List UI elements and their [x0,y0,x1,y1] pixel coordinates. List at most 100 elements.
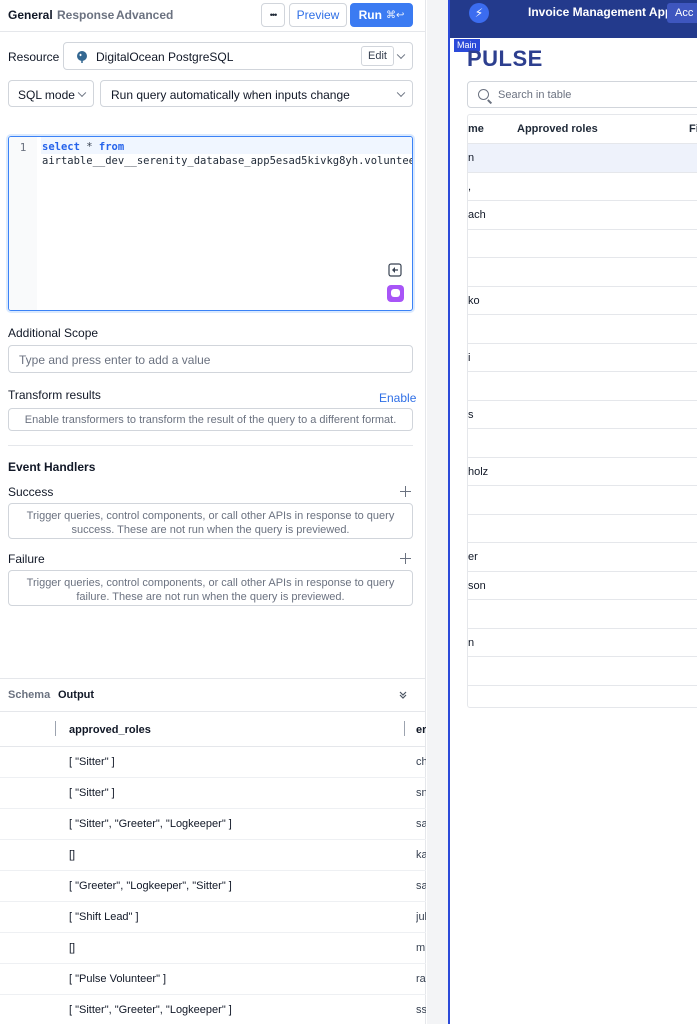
column-header-approved-roles[interactable]: approved_roles [69,724,151,736]
cell-approved-roles: [] [69,849,76,861]
additional-scope-input[interactable]: Type and press enter to add a value [8,345,413,373]
code-line-1: select * from [42,141,124,153]
table-row[interactable]: n [468,144,697,173]
transform-results-label: Transform results [8,388,101,402]
table-row[interactable] [468,372,697,401]
volunteers-table: me Approved roles Fi n , ach ko i s holz… [467,114,697,708]
cell-approved-roles: [ "Greeter", "Logkeeper", "Sitter" ] [69,880,232,892]
table-row[interactable]: [ "Greeter", "Logkeeper", "Sitter" ] sa [0,871,426,902]
cell-approved-roles: [ "Sitter" ] [69,756,115,768]
cell-name: holz [468,465,489,478]
failure-hint-line-2: failure. These are not run when the quer… [76,591,345,603]
resource-label: Resource [8,50,60,64]
cell-approved-roles: [ "Sitter", "Greeter", "Logkeeper" ] [69,1004,232,1016]
resource-value: DigitalOcean PostgreSQL [96,50,234,64]
collapse-chevrons-icon[interactable] [398,690,408,700]
table-row[interactable] [468,315,697,344]
table-row[interactable]: i [468,344,697,372]
column-resize-handle[interactable] [404,721,405,736]
additional-scope-label: Additional Scope [8,326,99,340]
table-row[interactable]: [ "Shift Lead" ] jul [0,902,426,933]
add-failure-handler-icon[interactable] [400,553,411,564]
run-button[interactable]: Run ⌘↩ [350,3,413,27]
table-header: me Approved roles Fi [468,115,697,144]
cell-name: er [468,551,478,563]
table-row[interactable]: [ "Sitter", "Greeter", "Logkeeper" ] sa [0,809,426,840]
chevron-down-icon [396,88,406,97]
table-row[interactable]: [ "Sitter", "Greeter", "Logkeeper" ] ss [0,995,426,1024]
cell-next: jul [416,911,426,923]
failure-label: Failure [8,552,45,566]
search-icon [478,89,489,100]
mode-value: SQL mode [18,88,75,102]
column-header-approved-roles[interactable]: Approved roles [517,123,598,135]
additional-scope-placeholder: Type and press enter to add a value [19,353,211,367]
table-row[interactable] [468,657,697,686]
cell-name: ach [468,209,486,221]
table-row[interactable]: n [468,629,697,657]
column-header-name[interactable]: me [468,123,484,135]
tab-response[interactable]: Response [57,8,114,22]
event-handlers-heading: Event Handlers [8,460,96,474]
output-table-header: approved_roles er [0,712,426,747]
bolt-icon: ⚡ [469,3,489,23]
more-options-button[interactable]: ••• [261,3,285,27]
table-row[interactable]: s [468,401,697,429]
table-row[interactable] [468,686,697,708]
table-row[interactable] [468,230,697,258]
table-row[interactable] [468,486,697,515]
column-resize-handle[interactable] [55,721,56,736]
chevron-down-icon [396,50,406,60]
preview-button[interactable]: Preview [289,3,347,27]
ai-assist-icon-face [391,289,400,297]
table-search-input[interactable]: Search in table [467,81,697,108]
cell-approved-roles: [] [69,942,76,954]
tab-output[interactable]: Output [58,689,94,701]
column-header-first[interactable]: Fi [689,123,697,135]
resource-select[interactable]: DigitalOcean PostgreSQL Edit [63,42,413,70]
tab-general[interactable]: General [8,8,53,22]
table-row[interactable]: [ "Sitter" ] ch [0,747,426,778]
transform-results-box[interactable]: Enable transformers to transform the res… [8,408,413,431]
sql-code-editor[interactable]: 1 select * from airtable__dev__serenity_… [8,136,413,311]
table-row[interactable]: [ "Pulse Volunteer" ] ra [0,964,426,995]
table-row[interactable]: [] m [0,933,426,964]
table-row[interactable]: ko [468,287,697,315]
ai-assist-icon[interactable] [387,285,404,302]
cell-name: s [468,408,474,421]
table-row[interactable]: ach [468,201,697,230]
add-success-handler-icon[interactable] [400,486,411,497]
account-button[interactable]: Acc [667,3,697,23]
table-row[interactable]: son [468,572,697,600]
table-row[interactable] [468,600,697,629]
trigger-select[interactable]: Run query automatically when inputs chan… [100,80,413,107]
table-row[interactable]: er [468,543,697,572]
output-tabs: Schema Output [0,678,426,712]
table-row[interactable]: [] ka [0,840,426,871]
table-row[interactable]: holz [468,458,697,486]
run-shortcut: ⌘↩ [385,9,405,21]
table-row[interactable]: [ "Sitter" ] sn [0,778,426,809]
cell-next: sn [416,787,426,799]
cell-next: m [416,942,426,954]
search-placeholder: Search in table [498,89,572,101]
tab-schema[interactable]: Schema [8,689,50,701]
mode-select[interactable]: SQL mode [8,80,94,107]
tab-advanced[interactable]: Advanced [116,8,173,22]
enable-transformers-link[interactable]: Enable [379,391,416,405]
table-row[interactable] [468,515,697,543]
table-row[interactable] [468,258,697,287]
success-handlers-box[interactable]: Trigger queries, control components, or … [8,503,413,539]
cell-next: ss [416,1004,426,1016]
cell-name: , [468,180,472,193]
edit-resource-button[interactable]: Edit [361,46,394,66]
column-header-next[interactable]: er [416,724,426,736]
transform-hint: Enable transformers to transform the res… [24,413,397,426]
chevron-down-icon [77,88,87,97]
failure-handlers-box[interactable]: Trigger queries, control components, or … [8,570,413,606]
format-code-icon[interactable] [388,263,402,277]
page-heading: PULSE [467,46,543,71]
table-row[interactable] [468,429,697,458]
cell-next: ra [416,973,426,985]
table-row[interactable]: , [468,173,697,201]
